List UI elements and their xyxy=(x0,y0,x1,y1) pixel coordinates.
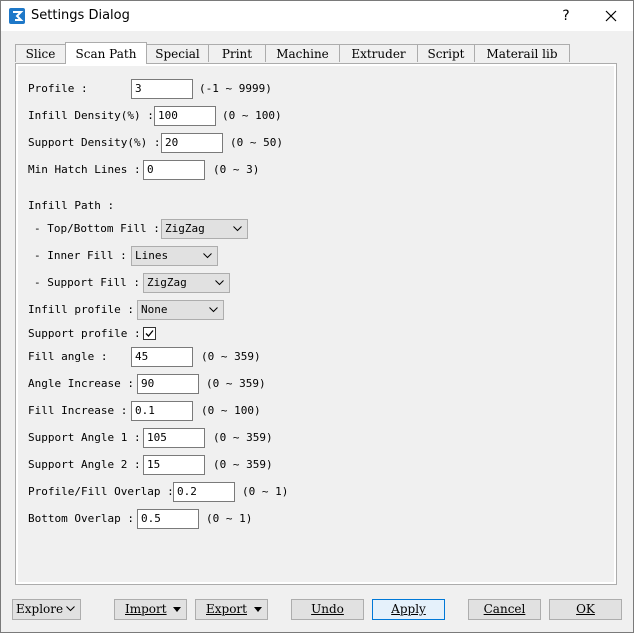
angle-increase-range: (0 ~ 359) xyxy=(206,377,266,390)
infill-profile-label: Infill profile : xyxy=(28,303,134,316)
profile-input[interactable]: 3 xyxy=(131,79,193,99)
support-profile-label: Support profile : xyxy=(28,327,141,340)
profile-fill-overlap-input[interactable]: 0.2 xyxy=(173,482,235,502)
settings-dialog-window: Settings Dialog ? Slice Scan Path Specia… xyxy=(0,0,634,633)
top-bottom-fill-label: - Top/Bottom Fill : xyxy=(34,222,160,235)
support-density-range: (0 ~ 50) xyxy=(230,136,283,149)
tab-special[interactable]: Special xyxy=(146,44,209,62)
tab-extruder[interactable]: Extruder xyxy=(339,44,418,62)
fill-angle-input[interactable]: 45 xyxy=(131,347,193,367)
support-angle-2-input[interactable]: 15 xyxy=(143,455,205,475)
support-angle-1-label: Support Angle 1 : xyxy=(28,431,141,444)
min-hatch-lines-input[interactable]: 0 xyxy=(143,160,205,180)
fill-increase-input[interactable]: 0.1 xyxy=(131,401,193,421)
support-density-label: Support Density(%) : xyxy=(28,136,161,149)
ok-button[interactable]: OK xyxy=(549,599,622,620)
support-fill-label: - Support Fill : xyxy=(34,276,140,289)
app-logo-icon xyxy=(9,8,25,24)
infill-density-range: (0 ~ 100) xyxy=(222,109,282,122)
top-bottom-fill-select[interactable]: ZigZag xyxy=(161,219,248,239)
export-label: Export xyxy=(206,602,247,616)
support-angle-1-input[interactable]: 105 xyxy=(143,428,205,448)
title-bar: Settings Dialog ? xyxy=(1,1,633,31)
support-fill-value: ZigZag xyxy=(147,276,187,289)
profile-range: (-1 ~ 9999) xyxy=(199,82,272,95)
infill-density-input[interactable]: 100 xyxy=(154,106,216,126)
infill-profile-value: None xyxy=(141,303,168,316)
profile-fill-overlap-range: (0 ~ 1) xyxy=(242,485,289,498)
chevron-down-icon xyxy=(215,280,224,286)
fill-angle-label: Fill angle : xyxy=(28,350,108,363)
checkmark-icon xyxy=(145,330,154,337)
tab-print[interactable]: Print xyxy=(208,44,266,62)
chevron-down-icon xyxy=(209,307,218,313)
fill-increase-label: Fill Increase : xyxy=(28,404,128,417)
fill-angle-range: (0 ~ 359) xyxy=(201,350,261,363)
min-hatch-lines-label: Min Hatch Lines : xyxy=(28,163,141,176)
caret-down-icon xyxy=(173,607,181,612)
inner-fill-value: Lines xyxy=(135,249,169,262)
help-button[interactable]: ? xyxy=(553,5,579,27)
support-fill-select[interactable]: ZigZag xyxy=(143,273,230,293)
caret-down-icon xyxy=(254,607,262,612)
explore-label: Explore xyxy=(16,602,64,616)
tab-script[interactable]: Script xyxy=(417,44,475,62)
bottom-overlap-input[interactable]: 0.5 xyxy=(137,509,199,529)
apply-button[interactable]: Apply xyxy=(372,599,445,620)
tab-machine[interactable]: Machine xyxy=(265,44,340,62)
import-button[interactable]: Import xyxy=(114,599,187,620)
ok-label: OK xyxy=(576,602,595,616)
scan-path-panel: Profile : 3 (-1 ~ 9999) Infill Density(%… xyxy=(15,63,617,585)
undo-button[interactable]: Undo xyxy=(291,599,364,620)
support-density-input[interactable]: 20 xyxy=(161,133,223,153)
angle-increase-input[interactable]: 90 xyxy=(137,374,199,394)
apply-label: Apply xyxy=(391,602,426,616)
infill-profile-select[interactable]: None xyxy=(137,300,224,320)
top-bottom-fill-value: ZigZag xyxy=(165,222,205,235)
angle-increase-label: Angle Increase : xyxy=(28,377,134,390)
scan-path-content: Profile : 3 (-1 ~ 9999) Infill Density(%… xyxy=(18,66,614,582)
infill-path-label: Infill Path : xyxy=(28,199,115,212)
tab-slice[interactable]: Slice xyxy=(15,44,66,62)
fill-increase-range: (0 ~ 100) xyxy=(201,404,261,417)
cancel-label: Cancel xyxy=(483,602,526,616)
support-angle-1-range: (0 ~ 359) xyxy=(213,431,273,444)
close-icon xyxy=(605,10,617,22)
min-hatch-lines-range: (0 ~ 3) xyxy=(213,163,260,176)
inner-fill-select[interactable]: Lines xyxy=(131,246,218,266)
bottom-overlap-range: (0 ~ 1) xyxy=(206,512,253,525)
support-angle-2-label: Support Angle 2 : xyxy=(28,458,141,471)
tab-scan-path[interactable]: Scan Path xyxy=(65,42,147,64)
window-title: Settings Dialog xyxy=(31,8,130,23)
cancel-button[interactable]: Cancel xyxy=(468,599,541,620)
chevron-down-icon xyxy=(203,253,212,259)
infill-density-label: Infill Density(%) : xyxy=(28,109,154,122)
chevron-down-icon xyxy=(233,226,242,232)
explore-select[interactable]: Explore xyxy=(12,599,81,620)
support-angle-2-range: (0 ~ 359) xyxy=(213,458,273,471)
tab-materail-lib[interactable]: Materail lib xyxy=(474,44,570,62)
support-profile-checkbox[interactable] xyxy=(143,327,156,340)
inner-fill-label: - Inner Fill : xyxy=(34,249,127,262)
close-button[interactable] xyxy=(597,5,625,27)
profile-label: Profile : xyxy=(28,82,88,95)
export-button[interactable]: Export xyxy=(195,599,268,620)
import-label: Import xyxy=(125,602,167,616)
profile-fill-overlap-label: Profile/Fill Overlap : xyxy=(28,485,174,498)
undo-label: Undo xyxy=(311,602,344,616)
chevron-down-icon xyxy=(66,606,75,612)
bottom-overlap-label: Bottom Overlap : xyxy=(28,512,134,525)
